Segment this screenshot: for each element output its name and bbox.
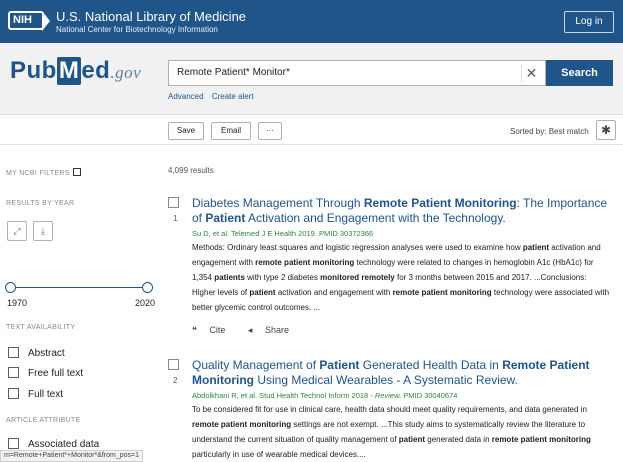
share-icon: ◂	[247, 325, 253, 335]
result-checkbox[interactable]	[168, 359, 179, 370]
nih-badge-text: NIH	[13, 14, 32, 26]
year-slider-end-handle[interactable]	[142, 282, 153, 293]
full-text-checkbox[interactable]	[8, 388, 19, 399]
nih-top-bar: NIH U.S. National Library of Medicine Na…	[0, 0, 623, 43]
year-end-label: 2020	[135, 298, 156, 308]
snippet-highlight: remote patient monitoring	[192, 420, 292, 429]
cite-button[interactable]: ❝ Cite	[192, 325, 235, 335]
abstract-label[interactable]: Abstract	[28, 348, 65, 359]
snippet-text: generated data in	[425, 435, 492, 444]
nih-logo[interactable]: NIH	[8, 11, 50, 31]
download-icon[interactable]: ⤓	[33, 221, 53, 241]
title-text: Using Medical Wearables - A Systematic R…	[253, 373, 518, 387]
result-number: 1	[173, 214, 178, 223]
result-snippet: Methods: Ordinary least squares and logi…	[192, 240, 612, 315]
results-toolbar: Save Email ··· Sorted by: Best match ✱	[0, 115, 623, 145]
text-availability-heading: TEXT AVAILABILITY	[6, 324, 76, 331]
free-full-text-label[interactable]: Free full text	[28, 368, 83, 379]
my-filters-heading[interactable]: MY NCBI FILTERS	[6, 168, 81, 177]
result-citation: Su D, et al. Telemed J E Health 2019. PM…	[192, 229, 374, 238]
snippet-text: To be considered fit for use in clinical…	[192, 405, 587, 414]
logo-m: M	[56, 57, 82, 85]
email-button[interactable]: Email	[211, 122, 251, 140]
citation-review: Review.	[374, 391, 402, 400]
snippet-highlight: patient	[398, 435, 426, 444]
snippet-highlight: remote patient monitoring	[491, 435, 591, 444]
login-button[interactable]: Log in	[564, 11, 614, 33]
status-bar-url: m=Remote+Patient*+Monitor*&from_pos=1	[0, 450, 144, 462]
external-link-icon[interactable]	[72, 168, 81, 176]
filter-abstract[interactable]: Abstract	[8, 347, 65, 359]
snippet-text: particularly in use of wearable medical …	[192, 450, 366, 459]
share-button[interactable]: ◂ Share	[248, 325, 299, 335]
filter-associated-data[interactable]: Associated data	[8, 438, 99, 450]
snippet-highlight: remote patient monitoring	[392, 288, 492, 297]
expand-icon[interactable]: ⤢	[7, 221, 27, 241]
title-highlight: Remote Patient Monitoring	[363, 196, 517, 210]
citation-pmid: PMID 30040674	[401, 391, 458, 400]
snippet-highlight: patients	[214, 273, 245, 282]
result-citation: Abdolkhani R, et al. Stud Health Technol…	[192, 391, 457, 400]
search-input[interactable]: Remote Patient* Monitor*	[177, 67, 290, 78]
title-text: Generated Health Data in	[359, 358, 503, 372]
result-number: 2	[173, 376, 178, 385]
results-count: 4,099 results	[168, 166, 214, 175]
title-text: Diabetes Management Through	[192, 196, 364, 210]
full-text-label[interactable]: Full text	[28, 389, 63, 400]
snippet-text: Methods: Ordinary least squares and logi…	[192, 243, 523, 252]
title-text: Activation and Engagement with the Techn…	[245, 211, 506, 225]
filter-full-text[interactable]: Full text	[8, 388, 63, 400]
pubmed-header: PubMed.gov Remote Patient* Monitor* ✕ Se…	[0, 43, 623, 115]
search-links: Advanced Create alert	[168, 92, 260, 101]
search-button[interactable]: Search	[546, 60, 613, 86]
article-attribute-heading: ARTICLE ATTRIBUTE	[6, 417, 81, 424]
free-full-text-checkbox[interactable]	[8, 367, 19, 378]
year-start-label: 1970	[7, 298, 28, 308]
pubmed-logo[interactable]: PubMed.gov	[10, 57, 141, 85]
citation-main: Abdolkhani R, et al. Stud Health Technol…	[192, 391, 375, 400]
snippet-text: with type 2 diabetes	[244, 273, 321, 282]
year-slider-start-handle[interactable]	[5, 282, 16, 293]
snippet-highlight: monitored remotely	[320, 273, 395, 282]
logo-ed: ed	[81, 57, 111, 84]
associated-data-label[interactable]: Associated data	[28, 439, 99, 450]
logo-pub: Pub	[10, 57, 57, 84]
result-title[interactable]: Quality Management of Patient Generated …	[192, 358, 612, 388]
sort-by-control[interactable]: Sorted by: Best match	[510, 127, 589, 136]
gear-icon[interactable]: ✱	[596, 120, 616, 140]
create-alert-link[interactable]: Create alert	[212, 92, 254, 101]
snippet-highlight: patient	[522, 243, 550, 252]
title-highlight: Patient	[205, 211, 246, 225]
associated-data-checkbox[interactable]	[8, 438, 19, 449]
result-actions: ❝ Cite ◂ Share	[192, 325, 309, 336]
title-text: Quality Management of	[192, 358, 320, 372]
more-actions-button[interactable]: ···	[258, 122, 282, 140]
snippet-highlight: patient	[249, 288, 276, 297]
title-highlight: Patient	[319, 358, 360, 372]
quote-icon: ❝	[192, 325, 197, 335]
org-title[interactable]: U.S. National Library of Medicine	[56, 10, 246, 24]
snippet-highlight: remote patient monitoring	[255, 258, 355, 267]
org-subtitle: National Center for Biotechnology Inform…	[56, 25, 218, 34]
advanced-link[interactable]: Advanced	[168, 92, 204, 101]
result-checkbox[interactable]	[168, 197, 179, 208]
cite-label: Cite	[209, 325, 226, 335]
my-filters-label: MY NCBI FILTERS	[6, 170, 70, 177]
share-label: Share	[264, 325, 289, 335]
abstract-checkbox[interactable]	[8, 347, 19, 358]
save-button[interactable]: Save	[168, 122, 204, 140]
result-snippet: To be considered fit for use in clinical…	[192, 402, 612, 462]
filter-free-full-text[interactable]: Free full text	[8, 367, 83, 379]
clear-icon[interactable]: ✕	[521, 64, 541, 82]
snippet-text: activation and engagement with	[275, 288, 393, 297]
logo-gov: .gov	[110, 63, 142, 82]
results-by-year-heading: RESULTS BY YEAR	[6, 200, 75, 207]
search-box[interactable]: Remote Patient* Monitor* ✕	[168, 60, 546, 86]
year-slider-track	[10, 287, 148, 288]
result-title[interactable]: Diabetes Management Through Remote Patie…	[192, 196, 612, 226]
